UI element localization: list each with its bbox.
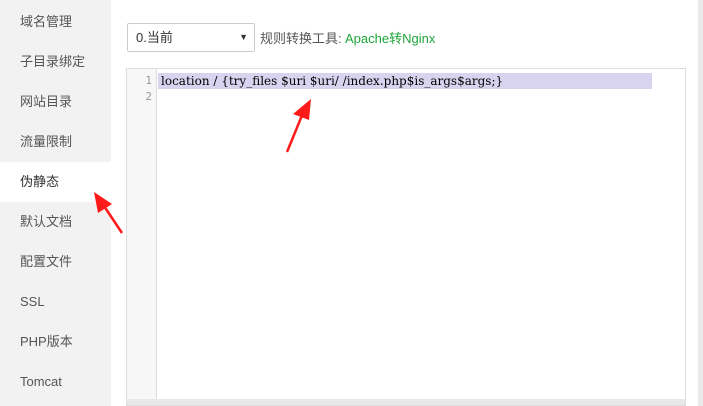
line-number-gutter: 1 2 [127, 69, 157, 405]
line-number: 2 [145, 90, 152, 103]
sidebar-item-site-directory[interactable]: 网站目录 [0, 82, 111, 122]
code-line[interactable] [158, 89, 652, 105]
apache-to-nginx-link[interactable]: Apache转Nginx [345, 31, 435, 46]
code-line[interactable]: location / {try_files $uri $uri/ /index.… [158, 73, 652, 89]
sidebar-item-config-file[interactable]: 配置文件 [0, 242, 111, 282]
rewrite-code-editor[interactable]: 1 2 location / {try_files $uri $uri/ /in… [126, 68, 686, 406]
sidebar-item-domain[interactable]: 域名管理 [0, 2, 111, 42]
line-number: 1 [145, 74, 152, 87]
sidebar-item-ssl[interactable]: SSL [0, 282, 111, 322]
rewrite-template-select[interactable]: 0.当前 ▼ [127, 23, 255, 52]
sidebar-item-traffic-limit[interactable]: 流量限制 [0, 122, 111, 162]
sidebar-item-rewrite[interactable]: 伪静态 [0, 162, 111, 202]
sidebar-item-subdirectory-binding[interactable]: 子目录绑定 [0, 42, 111, 82]
vertical-scrollbar[interactable] [698, 0, 703, 406]
rewrite-template-select-value: 0.当前 [136, 30, 173, 45]
caret-down-icon: ▼ [239, 32, 248, 42]
sidebar-item-default-document[interactable]: 默认文档 [0, 202, 111, 242]
sidebar-item-tomcat[interactable]: Tomcat [0, 362, 111, 402]
rule-converter-label: 规则转换工具: [260, 31, 342, 46]
sidebar-item-php-version[interactable]: PHP版本 [0, 322, 111, 362]
horizontal-scrollbar[interactable] [127, 399, 685, 405]
sidebar: 域名管理 子目录绑定 网站目录 流量限制 伪静态 默认文档 配置文件 SSL P… [0, 0, 111, 406]
